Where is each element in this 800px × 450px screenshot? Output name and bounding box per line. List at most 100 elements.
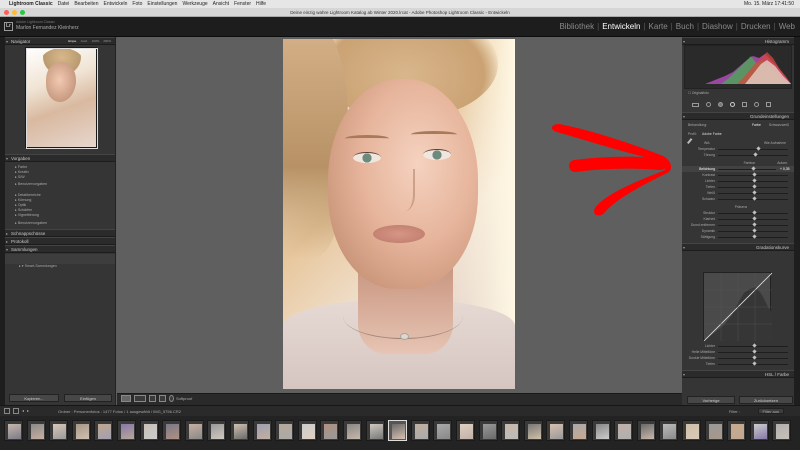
filmstrip-thumbnail[interactable] bbox=[275, 420, 295, 441]
zoom-fit[interactable]: Einpa. bbox=[68, 38, 77, 44]
softproof-checkbox-icon[interactable] bbox=[169, 395, 174, 402]
treatment-bw[interactable]: Schwarzweiß bbox=[769, 123, 789, 127]
collection-item[interactable]: ▸ ▾ Smart-Sammlungen bbox=[5, 264, 115, 269]
filmstrip-thumbnail[interactable] bbox=[682, 420, 701, 441]
second-window-icon[interactable] bbox=[4, 408, 10, 414]
zoom-200[interactable]: 200% bbox=[103, 38, 111, 44]
filmstrip-thumbnail[interactable] bbox=[184, 420, 204, 441]
slider-row[interactable]: Schwarz bbox=[682, 196, 794, 202]
slider-thumb[interactable] bbox=[752, 190, 757, 195]
menu-item-bearbeiten[interactable]: Bearbeiten bbox=[74, 0, 98, 8]
wb-dropdown[interactable]: Wie Aufnahme bbox=[764, 141, 786, 145]
slider-thumb[interactable] bbox=[752, 355, 757, 360]
right-panel-toggle-strip[interactable] bbox=[794, 37, 800, 405]
radial-filter-icon[interactable] bbox=[730, 102, 735, 107]
previous-button[interactable]: Vorherige bbox=[687, 396, 735, 404]
filmstrip-thumbnail[interactable] bbox=[4, 420, 23, 441]
filmstrip-thumbnail[interactable] bbox=[456, 420, 475, 441]
exposure-slider-thumb[interactable] bbox=[751, 166, 756, 171]
slider-row[interactable]: Sättigung bbox=[682, 234, 794, 240]
slider-row[interactable]: Tönung bbox=[682, 152, 794, 158]
filmstrip-thumbnail[interactable] bbox=[117, 420, 136, 441]
brush-tool-icon[interactable] bbox=[754, 102, 759, 107]
range-mask-icon[interactable] bbox=[766, 102, 771, 107]
preset-group[interactable]: ▸ Benutzervorgaben bbox=[5, 182, 115, 187]
spot-removal-icon[interactable] bbox=[706, 102, 711, 107]
copy-settings-button[interactable]: Kopieren... bbox=[9, 394, 59, 402]
menu-item-einstellungen[interactable]: Einstellungen bbox=[147, 0, 177, 8]
menu-item-hilfe[interactable]: Hilfe bbox=[256, 0, 266, 8]
crop-tool-icon[interactable] bbox=[692, 102, 699, 107]
slider-row[interactable]: Tiefen bbox=[682, 361, 794, 367]
preset-group[interactable]: ▸ Vignettierung bbox=[5, 213, 115, 218]
filmstrip-thumbnail[interactable] bbox=[162, 420, 182, 441]
filmstrip-thumbnail[interactable] bbox=[320, 420, 340, 441]
menu-item-ansicht[interactable]: Ansicht bbox=[213, 0, 229, 8]
slider-thumb[interactable] bbox=[752, 196, 757, 201]
auto-tone-button[interactable]: Autom. bbox=[777, 161, 788, 165]
filmstrip-thumbnail[interactable] bbox=[749, 420, 769, 441]
loupe-view-icon[interactable] bbox=[121, 395, 131, 402]
forward-arrow-icon[interactable]: ▸ bbox=[27, 408, 29, 414]
slider-thumb[interactable] bbox=[753, 152, 759, 157]
presets-header[interactable]: Vorgaben bbox=[5, 154, 115, 162]
slider-thumb[interactable] bbox=[752, 184, 757, 189]
main-photo[interactable] bbox=[283, 39, 515, 389]
basic-header[interactable]: Grundeinstellungen bbox=[682, 112, 794, 120]
slider-thumb[interactable] bbox=[752, 234, 757, 239]
paste-settings-button[interactable]: Einfügen bbox=[64, 394, 112, 402]
collections-filter[interactable] bbox=[5, 254, 115, 264]
slider-thumb[interactable] bbox=[752, 216, 757, 221]
filmstrip-thumbnail[interactable] bbox=[546, 420, 566, 441]
exposure-value[interactable]: + 0,35 bbox=[780, 167, 794, 171]
zoom-fill[interactable]: Ausf. bbox=[81, 38, 88, 44]
slider-thumb[interactable] bbox=[755, 146, 761, 151]
zoom-window-button[interactable] bbox=[20, 10, 25, 15]
graduated-filter-icon[interactable] bbox=[742, 102, 747, 107]
module-bibliothek[interactable]: Bibliothek bbox=[559, 22, 594, 31]
filmstrip-source[interactable]: Ordner : Personenfotos : 1477 Fotos / 1 … bbox=[58, 409, 181, 414]
hsl-header[interactable]: HSL / Farbe bbox=[682, 370, 794, 378]
filmstrip-thumbnail[interactable] bbox=[230, 420, 249, 441]
before-after-swap-icon[interactable] bbox=[149, 395, 156, 402]
filmstrip-thumbnail[interactable] bbox=[94, 420, 114, 441]
slider-thumb[interactable] bbox=[752, 343, 757, 348]
navigator-preview[interactable] bbox=[25, 47, 98, 149]
slider-thumb[interactable] bbox=[752, 222, 757, 227]
filmstrip-thumbnail[interactable] bbox=[704, 420, 724, 441]
module-buch[interactable]: Buch bbox=[676, 22, 694, 31]
filmstrip-thumbnail[interactable] bbox=[252, 420, 272, 441]
filmstrip-thumbnail[interactable] bbox=[71, 420, 91, 441]
close-window-button[interactable] bbox=[4, 10, 9, 15]
histogram-graph[interactable] bbox=[684, 45, 792, 89]
tone-curve-header[interactable]: Gradationskurve bbox=[682, 243, 794, 251]
filmstrip-thumbnail[interactable] bbox=[614, 420, 634, 441]
menu-item-app[interactable]: Lightroom Classic bbox=[9, 0, 53, 8]
reset-button[interactable]: Zurücksetzen bbox=[739, 396, 793, 404]
filmstrip-thumbnail[interactable] bbox=[501, 420, 521, 441]
menubar-clock[interactable]: Mo. 15. März 17:41:50 bbox=[744, 0, 794, 8]
filter-dropdown[interactable]: Filter aus bbox=[757, 408, 784, 414]
filmstrip-thumbnail[interactable] bbox=[26, 420, 46, 441]
filmstrip-thumbnail[interactable] bbox=[591, 420, 611, 441]
module-drucken[interactable]: Drucken bbox=[741, 22, 771, 31]
filmstrip-thumbnail[interactable] bbox=[523, 420, 543, 441]
filmstrip-thumbnail[interactable] bbox=[636, 420, 656, 441]
module-entwickeln[interactable]: Entwickeln bbox=[602, 22, 640, 31]
slider-thumb[interactable] bbox=[752, 361, 757, 366]
filmstrip-thumbnail[interactable] bbox=[388, 420, 408, 441]
minimize-window-button[interactable] bbox=[12, 10, 17, 15]
filmstrip-thumbnail[interactable] bbox=[569, 420, 588, 441]
history-header[interactable]: Protokoll bbox=[5, 237, 115, 245]
filmstrip-thumbnail[interactable] bbox=[297, 420, 317, 441]
menu-item-datei[interactable]: Datei bbox=[58, 0, 70, 8]
slider-thumb[interactable] bbox=[752, 178, 757, 183]
slider-thumb[interactable] bbox=[752, 349, 757, 354]
filmstrip-thumbnail[interactable] bbox=[659, 420, 679, 441]
module-karte[interactable]: Karte bbox=[649, 22, 668, 31]
navigator-header[interactable]: Navigator Einpa. Ausf. 100% 200% bbox=[5, 37, 115, 45]
menu-item-fenster[interactable]: Fenster bbox=[234, 0, 251, 8]
filmstrip-thumbnail[interactable] bbox=[49, 420, 69, 441]
copy-before-after-icon[interactable] bbox=[159, 395, 166, 402]
filmstrip-thumbnail[interactable] bbox=[343, 420, 362, 441]
